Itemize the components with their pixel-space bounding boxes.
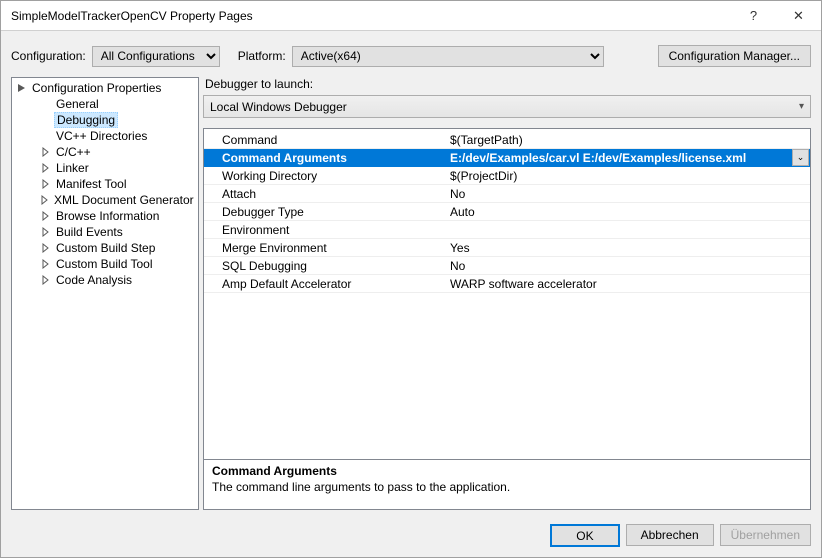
tree-root[interactable]: Configuration Properties — [12, 80, 198, 96]
window-title: SimpleModelTrackerOpenCV Property Pages — [11, 9, 731, 23]
tree-item-vc-directories[interactable]: VC++ Directories — [12, 128, 198, 144]
prop-row-attach[interactable]: AttachNo — [204, 185, 810, 203]
tree-item-label: VC++ Directories — [54, 129, 149, 143]
close-button[interactable]: ✕ — [776, 1, 821, 31]
expander-closed-icon[interactable] — [40, 258, 52, 270]
configuration-manager-button[interactable]: Configuration Manager... — [658, 45, 811, 67]
prop-name: Debugger Type — [204, 205, 446, 219]
prop-name: Command — [204, 133, 446, 147]
tree-item-linker[interactable]: Linker — [12, 160, 198, 176]
tree-item-general[interactable]: General — [12, 96, 198, 112]
tree-item-label: Build Events — [54, 225, 125, 239]
prop-value[interactable]: $(ProjectDir) — [446, 169, 810, 183]
tree-item-label: Code Analysis — [54, 273, 134, 287]
tree-item-custom-build-step[interactable]: Custom Build Step — [12, 240, 198, 256]
cancel-button[interactable]: Abbrechen — [626, 524, 714, 546]
prop-row-sql-debugging[interactable]: SQL DebuggingNo — [204, 257, 810, 275]
prop-name: Merge Environment — [204, 241, 446, 255]
ok-button[interactable]: OK — [550, 524, 619, 547]
tree-item-manifest-tool[interactable]: Manifest Tool — [12, 176, 198, 192]
prop-row-merge-environment[interactable]: Merge EnvironmentYes — [204, 239, 810, 257]
debugger-launch-select[interactable]: Local Windows Debugger ▾ — [203, 95, 811, 118]
prop-row-environment[interactable]: Environment — [204, 221, 810, 239]
tree-item-label: XML Document Generator — [52, 193, 196, 207]
prop-value[interactable]: Auto — [446, 205, 810, 219]
configuration-label: Configuration: — [11, 49, 86, 63]
prop-value[interactable]: No — [446, 187, 810, 201]
description-pane: Command Arguments The command line argum… — [203, 460, 811, 510]
tree-item-label: Linker — [54, 161, 91, 175]
chevron-down-icon: ▾ — [799, 101, 804, 112]
prop-row-command-arguments[interactable]: Command ArgumentsE:/dev/Examples/car.vl … — [204, 149, 810, 167]
tree-item-label: General — [54, 97, 101, 111]
apply-button[interactable]: Übernehmen — [720, 524, 811, 546]
prop-row-debugger-type[interactable]: Debugger TypeAuto — [204, 203, 810, 221]
tree-item-c-c-[interactable]: C/C++ — [12, 144, 198, 160]
prop-value[interactable]: E:/dev/Examples/car.vl E:/dev/Examples/l… — [446, 151, 792, 165]
prop-name: Environment — [204, 223, 446, 237]
configuration-select[interactable]: All Configurations — [92, 46, 220, 67]
tree-item-label: Browse Information — [54, 209, 161, 223]
config-row: Configuration: All Configurations Platfo… — [1, 31, 821, 77]
expander-closed-icon[interactable] — [40, 226, 52, 238]
platform-label: Platform: — [238, 49, 286, 63]
tree-item-label: Debugging — [54, 112, 118, 128]
expander-closed-icon[interactable] — [40, 242, 52, 254]
prop-name: SQL Debugging — [204, 259, 446, 273]
chevron-down-icon: ⌄ — [797, 152, 805, 163]
description-title: Command Arguments — [212, 464, 802, 478]
expander-closed-icon[interactable] — [40, 146, 52, 158]
platform-select[interactable]: Active(x64) — [292, 46, 604, 67]
expander-closed-icon[interactable] — [40, 194, 50, 206]
expander-closed-icon[interactable] — [40, 178, 52, 190]
tree-pane[interactable]: Configuration Properties GeneralDebuggin… — [11, 77, 199, 510]
prop-row-working-directory[interactable]: Working Directory$(ProjectDir) — [204, 167, 810, 185]
debugger-launch-label: Debugger to launch: — [205, 77, 811, 91]
dialog-buttons: OK Abbrechen Übernehmen — [1, 518, 821, 557]
expander-closed-icon[interactable] — [40, 210, 52, 222]
expander-open-icon[interactable] — [16, 82, 28, 94]
titlebar: SimpleModelTrackerOpenCV Property Pages … — [1, 1, 821, 31]
tree-item-code-analysis[interactable]: Code Analysis — [12, 272, 198, 288]
tree-item-build-events[interactable]: Build Events — [12, 224, 198, 240]
prop-row-command[interactable]: Command$(TargetPath) — [204, 131, 810, 149]
prop-value[interactable]: No — [446, 259, 810, 273]
tree-item-label: Custom Build Step — [54, 241, 157, 255]
prop-name: Attach — [204, 187, 446, 201]
expander-closed-icon[interactable] — [40, 162, 52, 174]
dropdown-button[interactable]: ⌄ — [792, 149, 809, 166]
description-text: The command line arguments to pass to th… — [212, 480, 802, 494]
prop-name: Working Directory — [204, 169, 446, 183]
help-button[interactable]: ? — [731, 1, 776, 31]
prop-value[interactable]: Yes — [446, 241, 810, 255]
property-grid[interactable]: Command$(TargetPath)Command ArgumentsE:/… — [203, 128, 811, 460]
expander-closed-icon[interactable] — [40, 274, 52, 286]
tree-item-label: C/C++ — [54, 145, 93, 159]
tree-item-custom-build-tool[interactable]: Custom Build Tool — [12, 256, 198, 272]
tree-item-xml-document-generator[interactable]: XML Document Generator — [12, 192, 198, 208]
tree-item-browse-information[interactable]: Browse Information — [12, 208, 198, 224]
prop-value[interactable]: $(TargetPath) — [446, 133, 810, 147]
prop-value[interactable]: WARP software accelerator — [446, 277, 810, 291]
tree-item-label: Custom Build Tool — [54, 257, 155, 271]
prop-row-amp-default-accelerator[interactable]: Amp Default AcceleratorWARP software acc… — [204, 275, 810, 293]
prop-name: Amp Default Accelerator — [204, 277, 446, 291]
tree-item-label: Manifest Tool — [54, 177, 128, 191]
prop-name: Command Arguments — [204, 151, 446, 165]
tree-item-debugging[interactable]: Debugging — [12, 112, 198, 128]
